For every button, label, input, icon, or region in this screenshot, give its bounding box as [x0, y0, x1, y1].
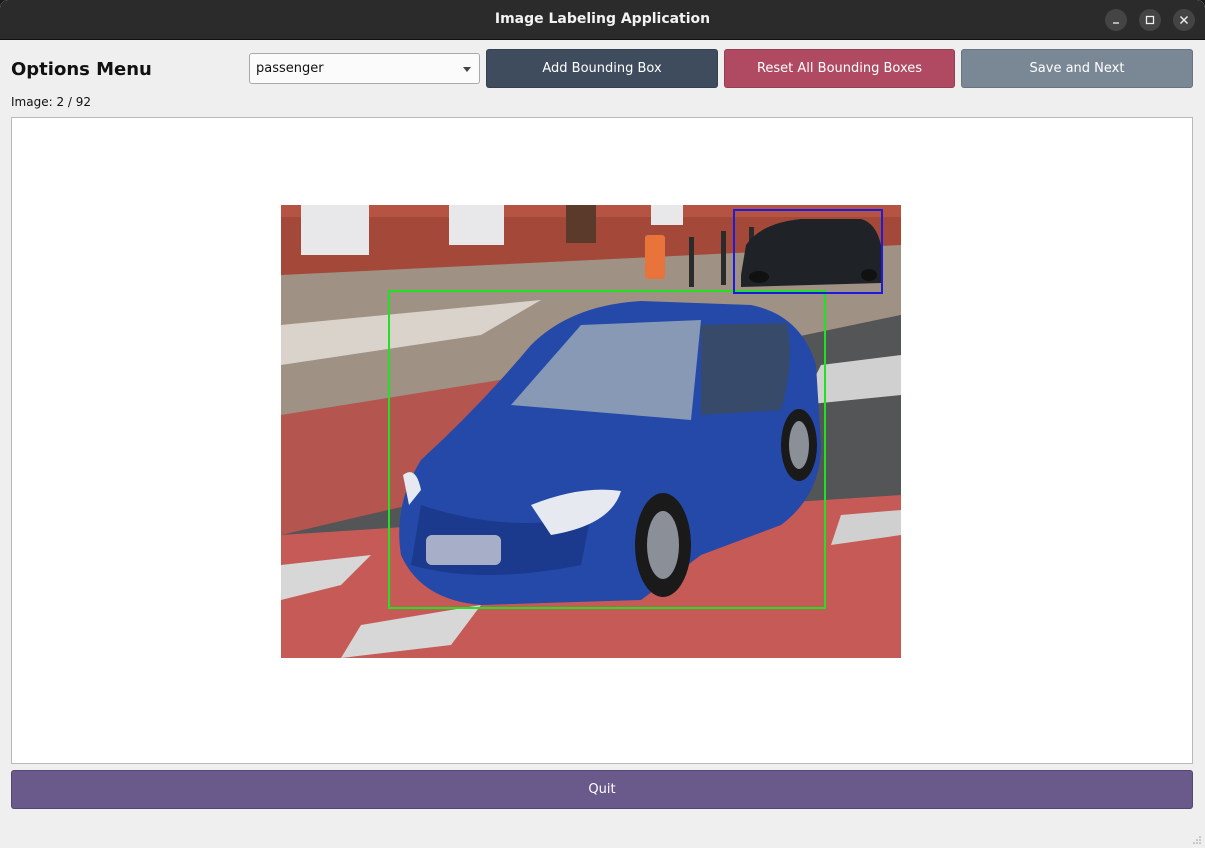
minimize-icon[interactable]	[1105, 9, 1127, 31]
app-window: Image Labeling Application Options Menu …	[0, 0, 1205, 848]
close-icon[interactable]	[1173, 9, 1195, 31]
resize-grip-icon[interactable]	[1192, 835, 1202, 845]
window-title: Image Labeling Application	[494, 11, 711, 27]
save-and-next-button[interactable]: Save and Next	[961, 49, 1193, 88]
class-dropdown-value: passenger	[256, 61, 324, 76]
chevron-down-icon	[463, 67, 471, 72]
title-bar[interactable]: Image Labeling Application	[0, 0, 1205, 40]
image-counter: Image: 2 / 92	[11, 95, 92, 109]
class-dropdown[interactable]: passenger	[249, 53, 480, 84]
bounding-box-blue[interactable]	[733, 209, 883, 294]
add-bounding-box-button[interactable]: Add Bounding Box	[486, 49, 718, 88]
options-menu-title: Options Menu	[11, 59, 152, 80]
bounding-box-green[interactable]	[388, 290, 826, 609]
maximize-icon[interactable]	[1139, 9, 1161, 31]
image-canvas[interactable]	[11, 117, 1193, 764]
street-photo[interactable]	[281, 205, 901, 658]
quit-button[interactable]: Quit	[11, 770, 1193, 809]
reset-bounding-boxes-button[interactable]: Reset All Bounding Boxes	[724, 49, 955, 88]
